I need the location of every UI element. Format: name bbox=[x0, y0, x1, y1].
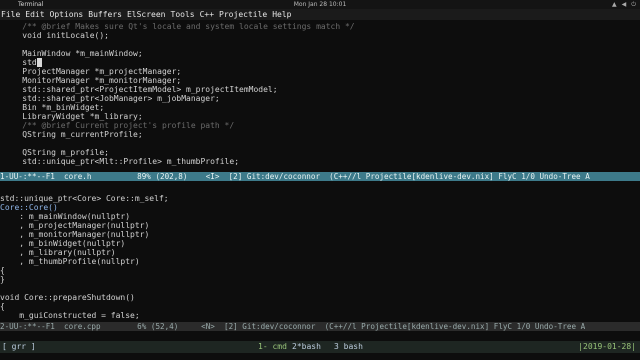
code-line[interactable]: void initLocale(); bbox=[3, 31, 640, 40]
tmux-window-2[interactable]: 2*bash bbox=[292, 341, 321, 353]
code-line[interactable]: Core::Core() bbox=[0, 203, 640, 212]
code-line[interactable]: MainWindow *m_mainWindow; bbox=[3, 49, 640, 58]
code-line[interactable]: std::shared_ptr<ProjectItemModel> m_proj… bbox=[3, 85, 640, 94]
code-line[interactable]: , m_binWidget(nullptr) bbox=[0, 239, 640, 248]
code-line[interactable]: std::unique_ptr<Mlt::Profile> m_thumbPro… bbox=[3, 157, 640, 166]
code-line[interactable]: { bbox=[0, 266, 640, 275]
code-line[interactable] bbox=[0, 284, 640, 293]
menu-file[interactable]: File bbox=[1, 10, 20, 19]
code-line[interactable]: : m_mainWindow(nullptr) bbox=[0, 212, 640, 221]
modeline-inactive: 2-UU-:**--F1 core.cpp 6% (52,4) <N> [2] … bbox=[0, 322, 640, 331]
code-line[interactable]: , m_library(nullptr) bbox=[0, 248, 640, 257]
editor-pane-source[interactable]: std::unique_ptr<Core> Core::m_self; Core:… bbox=[0, 185, 640, 321]
code-line[interactable]: std::shared_ptr<JobManager> m_jobManager… bbox=[3, 94, 640, 103]
code-line[interactable]: /** @brief Makes sure Qt's locale and sy… bbox=[3, 22, 640, 31]
clock: Mon Jan 28 10:01 bbox=[293, 1, 347, 8]
tmux-status-bar: [ grr ] 1- cmd 2*bash 3 bash |2019-01-28… bbox=[0, 341, 640, 353]
code-line[interactable]: , m_thumbProfile(nullptr) bbox=[0, 257, 640, 266]
volume-icon[interactable]: ◀ bbox=[622, 0, 627, 9]
modeline-active: 1-UU-:**--F1 core.h 89% (202,8) <I> [2] … bbox=[0, 172, 640, 181]
menu-edit[interactable]: Edit bbox=[25, 10, 44, 19]
code-line[interactable]: Bin *m_binWidget; bbox=[3, 103, 640, 112]
code-line[interactable]: /** @brief Current project's profile pat… bbox=[3, 121, 640, 130]
emacs-menubar: File Edit Options Buffers ElScreen Tools C++ Pr… bbox=[0, 9, 640, 20]
text-cursor bbox=[36, 58, 42, 67]
code-line[interactable]: std::unique_ptr<Core> Core::m_self; bbox=[0, 194, 640, 203]
tmux-window-1[interactable]: 1- cmd bbox=[258, 341, 287, 353]
code-line[interactable]: , m_projectManager(nullptr) bbox=[0, 221, 640, 230]
menu-cpp[interactable]: C++ bbox=[200, 10, 214, 19]
code-line[interactable]: QString m_currentProfile; bbox=[3, 130, 640, 139]
code-line[interactable]: std bbox=[3, 58, 640, 67]
code-line[interactable]: LibraryWidget *m_library; bbox=[3, 112, 640, 121]
code-line[interactable]: m_guiConstructed = false; bbox=[0, 311, 640, 320]
code-line[interactable]: { bbox=[0, 302, 640, 311]
menu-options[interactable]: Options bbox=[50, 10, 84, 19]
window-titlebar: Terminal Mon Jan 28 10:01 ▲ ◀ ⏻ bbox=[0, 0, 640, 9]
code-line[interactable]: QString m_profile; bbox=[3, 148, 640, 157]
code-line[interactable] bbox=[3, 139, 640, 148]
code-line[interactable] bbox=[3, 40, 640, 49]
code-line-text: std bbox=[3, 58, 37, 67]
code-line[interactable]: , m_monitorManager(nullptr) bbox=[0, 230, 640, 239]
tmux-session: [ grr ] bbox=[2, 342, 36, 351]
tmux-window-3[interactable]: 3 bash bbox=[334, 341, 363, 353]
menu-help[interactable]: Help bbox=[272, 10, 291, 19]
code-line[interactable]: } bbox=[0, 320, 640, 321]
tmux-date: |2019-01-28| bbox=[578, 342, 636, 351]
code-line[interactable] bbox=[0, 185, 640, 194]
power-icon[interactable]: ⏻ bbox=[631, 0, 636, 9]
editor-pane-header[interactable]: /** @brief Makes sure Qt's locale and sy… bbox=[0, 22, 640, 172]
menu-tools[interactable]: Tools bbox=[171, 10, 195, 19]
menu-projectile[interactable]: Projectile bbox=[219, 10, 267, 19]
code-line[interactable]: ProjectManager *m_projectManager; bbox=[3, 67, 640, 76]
menu-buffers[interactable]: Buffers bbox=[88, 10, 122, 19]
system-tray: ▲ ◀ ⏻ bbox=[612, 0, 636, 9]
code-line[interactable]: void Core::prepareShutdown() bbox=[0, 293, 640, 302]
network-icon[interactable]: ▲ bbox=[612, 0, 617, 9]
menu-elscreen[interactable]: ElScreen bbox=[127, 10, 166, 19]
code-line[interactable]: } bbox=[0, 275, 640, 284]
code-line[interactable]: MonitorManager *m_monitorManager; bbox=[3, 76, 640, 85]
